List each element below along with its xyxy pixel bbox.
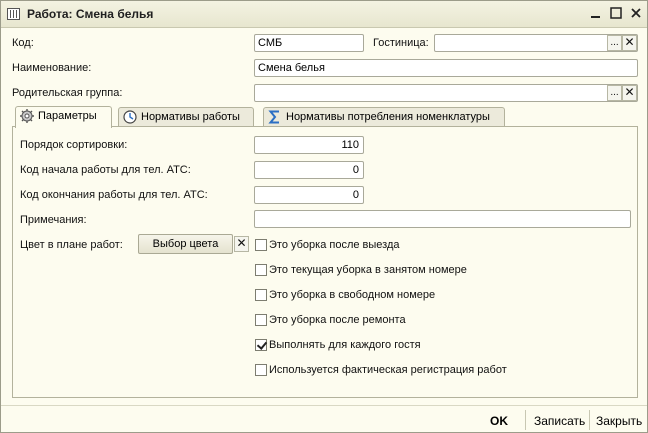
hotel-select-button[interactable]: ... bbox=[607, 35, 622, 51]
minimize-icon bbox=[591, 16, 600, 18]
sigma-icon bbox=[268, 110, 279, 124]
pbx-start-label: Код начала работы для тел. АТС: bbox=[20, 164, 191, 176]
checkbox-label: Это текущая уборка в занятом номере bbox=[269, 264, 467, 276]
pbx-end-input[interactable]: 0 bbox=[254, 186, 364, 204]
sort-order-input[interactable]: 110 bbox=[254, 136, 364, 154]
footer-separator bbox=[589, 410, 590, 430]
save-button[interactable]: Записать bbox=[534, 414, 585, 428]
pbx-start-input[interactable]: 0 bbox=[254, 161, 364, 179]
checkbox-occupied-room[interactable] bbox=[255, 264, 267, 276]
color-clear-button[interactable]: ✕ bbox=[234, 236, 249, 252]
document-icon bbox=[7, 8, 20, 20]
close-button[interactable]: Закрыть bbox=[596, 414, 642, 428]
ok-button[interactable]: OK bbox=[490, 414, 508, 428]
name-input[interactable]: Смена белья bbox=[254, 59, 638, 77]
maximize-button[interactable] bbox=[607, 5, 625, 23]
dialog-footer: OK Записать Закрыть bbox=[1, 405, 647, 432]
tab-label: Нормативы потребления номенклатуры bbox=[286, 111, 490, 123]
checkbox-label: Используется фактическая регистрация раб… bbox=[269, 364, 507, 376]
checkbox-after-checkout[interactable] bbox=[255, 239, 267, 251]
clock-icon bbox=[123, 110, 137, 124]
choose-color-button[interactable]: Выбор цвета bbox=[138, 234, 233, 254]
hotel-clear-button[interactable]: ✕ bbox=[622, 35, 637, 51]
dialog-window: Работа: Смена белья Код: СМБ Гостиница: … bbox=[0, 0, 648, 433]
checkbox-label: Выполнять для каждого гостя bbox=[269, 339, 421, 351]
checkbox-label: Это уборка после ремонта bbox=[269, 314, 406, 326]
color-label: Цвет в плане работ: bbox=[20, 239, 123, 251]
parent-group-input[interactable] bbox=[254, 84, 638, 102]
tab-label: Параметры bbox=[38, 110, 97, 122]
pbx-end-label: Код окончания работы для тел. АТС: bbox=[20, 189, 208, 201]
checkbox-label: Это уборка после выезда bbox=[269, 239, 400, 251]
checkbox-vacant-room[interactable] bbox=[255, 289, 267, 301]
tab-consumption-norms[interactable]: Нормативы потребления номенклатуры bbox=[263, 107, 505, 127]
code-input[interactable]: СМБ bbox=[254, 34, 364, 52]
checkbox-label: Это уборка в свободном номере bbox=[269, 289, 436, 301]
tab-parameters[interactable]: Параметры bbox=[15, 106, 112, 128]
tab-work-norms[interactable]: Нормативы работы bbox=[118, 107, 254, 127]
close-icon bbox=[631, 8, 641, 18]
parent-group-select-button[interactable]: ... bbox=[607, 85, 622, 101]
footer-separator bbox=[525, 410, 526, 430]
minimize-button[interactable] bbox=[587, 5, 605, 23]
gear-icon bbox=[20, 109, 34, 123]
notes-input[interactable] bbox=[254, 210, 631, 228]
sort-order-label: Порядок сортировки: bbox=[20, 139, 128, 151]
checkbox-after-repair[interactable] bbox=[255, 314, 267, 326]
checkbox-each-guest[interactable] bbox=[255, 339, 267, 351]
code-label: Код: bbox=[12, 37, 34, 49]
hotel-label: Гостиница: bbox=[373, 37, 429, 49]
close-window-button[interactable] bbox=[627, 5, 645, 23]
title-bar[interactable]: Работа: Смена белья bbox=[1, 1, 647, 28]
tab-label: Нормативы работы bbox=[141, 111, 240, 123]
maximize-icon bbox=[610, 7, 622, 19]
parent-group-clear-button[interactable]: ✕ bbox=[622, 85, 637, 101]
window-title: Работа: Смена белья bbox=[27, 7, 154, 21]
name-label: Наименование: bbox=[12, 62, 92, 74]
parent-group-label: Родительская группа: bbox=[12, 87, 123, 99]
checkbox-actual-registration[interactable] bbox=[255, 364, 267, 376]
notes-label: Примечания: bbox=[20, 214, 87, 226]
